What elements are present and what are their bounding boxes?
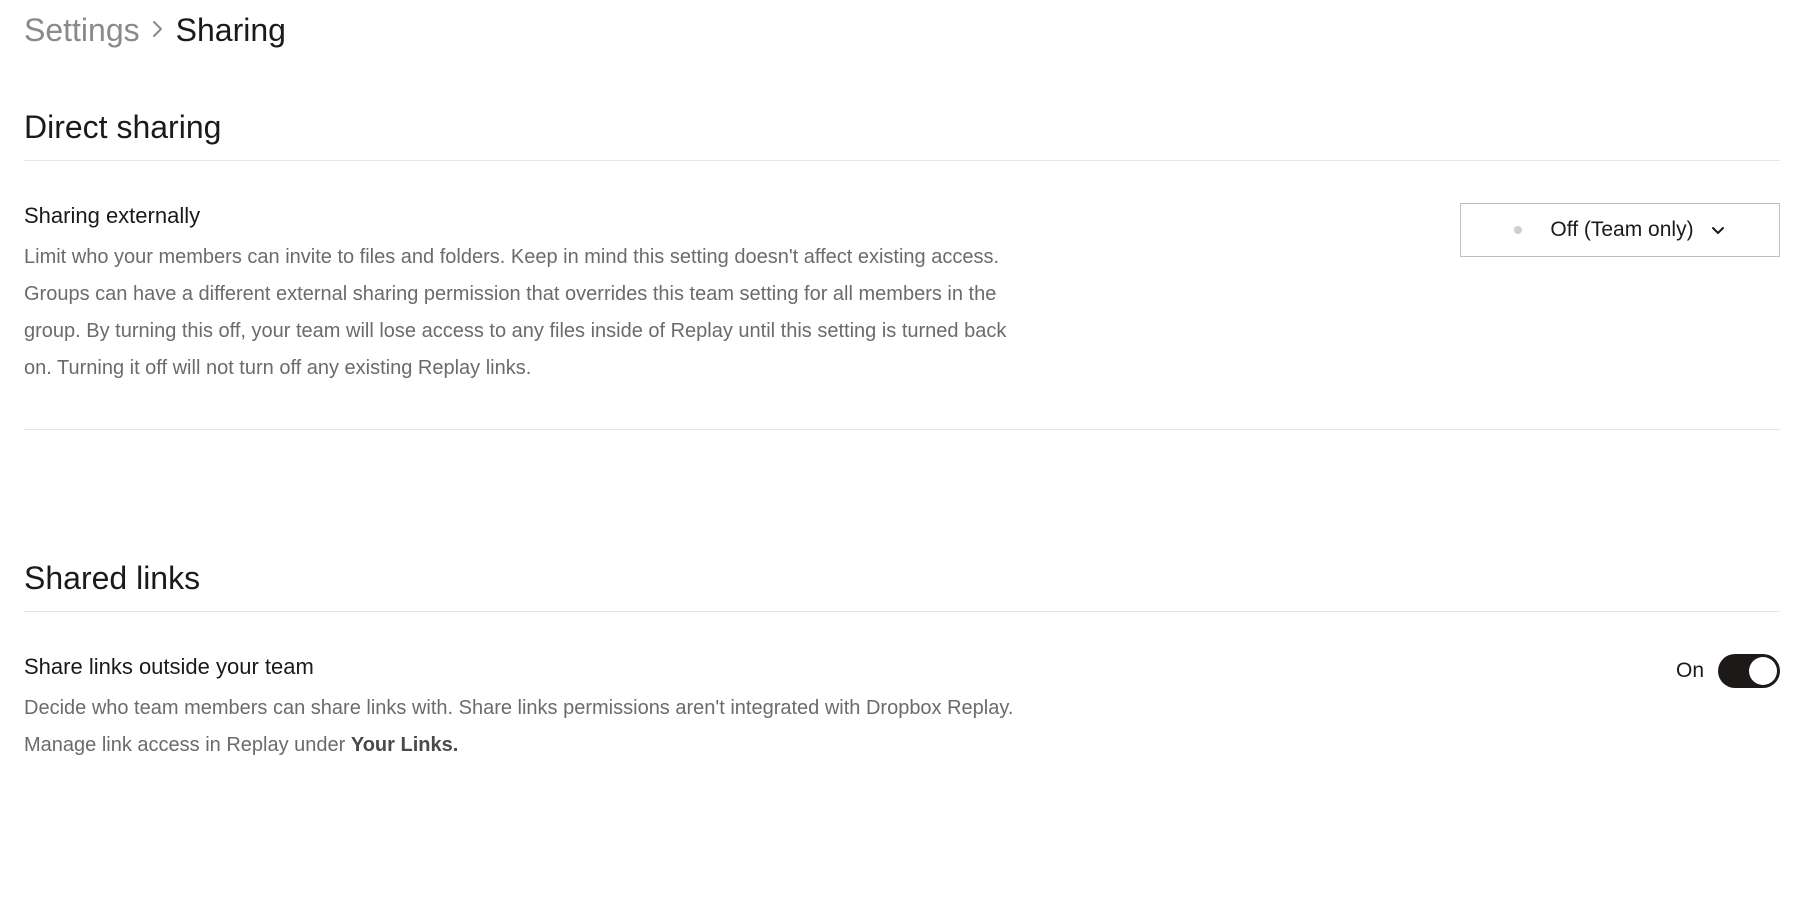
setting-description: Decide who team members can share links …	[24, 690, 1034, 764]
setting-control: Off (Team only)	[1460, 203, 1780, 257]
dropdown-value: Off (Team only)	[1550, 218, 1693, 242]
setting-row-share-links-outside: Share links outside your team Decide who…	[24, 654, 1780, 806]
sharing-externally-dropdown[interactable]: Off (Team only)	[1460, 203, 1780, 257]
breadcrumb-current: Sharing	[176, 12, 286, 49]
section-title-direct-sharing: Direct sharing	[24, 109, 1780, 161]
chevron-down-icon	[1710, 222, 1726, 238]
toggle-knob	[1749, 657, 1777, 685]
toggle-wrap: On	[1676, 654, 1780, 688]
breadcrumb: Settings Sharing	[24, 12, 1780, 49]
chevron-right-icon	[152, 18, 164, 44]
status-dot-icon	[1514, 226, 1522, 234]
setting-description-text: Decide who team members can share links …	[24, 697, 1013, 756]
setting-text: Sharing externally Limit who your member…	[24, 203, 1034, 387]
toggle-label: On	[1676, 659, 1704, 683]
setting-label: Share links outside your team	[24, 654, 1034, 680]
setting-control: On	[1676, 654, 1780, 688]
setting-label: Sharing externally	[24, 203, 1034, 229]
setting-description-bold: Your Links.	[351, 734, 458, 756]
section-title-shared-links: Shared links	[24, 560, 1780, 612]
setting-description: Limit who your members can invite to fil…	[24, 239, 1034, 387]
setting-row-sharing-externally: Sharing externally Limit who your member…	[24, 203, 1780, 430]
setting-text: Share links outside your team Decide who…	[24, 654, 1034, 764]
breadcrumb-parent-link[interactable]: Settings	[24, 12, 140, 49]
share-links-toggle[interactable]	[1718, 654, 1780, 688]
